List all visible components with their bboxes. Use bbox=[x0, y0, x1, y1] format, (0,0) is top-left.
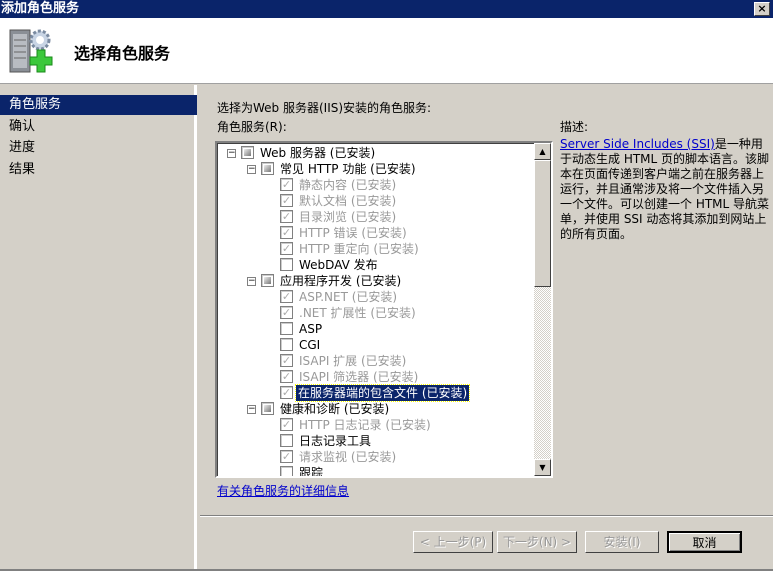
tree-item[interactable]: 日志记录工具 bbox=[217, 433, 535, 449]
collapse-icon[interactable]: − bbox=[247, 405, 256, 414]
nav-item-results[interactable]: 结果 bbox=[0, 160, 197, 180]
checkbox[interactable] bbox=[241, 146, 254, 159]
tree-item[interactable]: 跟踪 bbox=[217, 465, 535, 478]
tree-item-label: HTTP 错误 (已安装) bbox=[299, 226, 407, 240]
tree-item-label: ASP bbox=[299, 322, 323, 336]
description-text: Server Side Includes (SSI)是一种用于动态生成 HTML… bbox=[560, 137, 772, 242]
tree-item-label: Web 服务器 (已安装) bbox=[260, 146, 376, 160]
tree-item[interactable]: ASP bbox=[217, 321, 535, 337]
checkbox[interactable] bbox=[280, 434, 293, 447]
tree-item[interactable]: ✓ ASP.NET (已安装) bbox=[217, 289, 535, 305]
tree-item[interactable]: ✓ .NET 扩展性 (已安装) bbox=[217, 305, 535, 321]
scroll-up-button[interactable]: ▲ bbox=[534, 143, 551, 160]
collapse-icon[interactable]: − bbox=[227, 149, 236, 158]
tree-item-label: .NET 扩展性 (已安装) bbox=[299, 306, 416, 320]
tree-item-label: 常见 HTTP 功能 (已安装) bbox=[280, 162, 416, 176]
collapse-icon[interactable]: − bbox=[247, 277, 256, 286]
scroll-down-button[interactable]: ▼ bbox=[534, 459, 551, 476]
header: 选择角色服务 bbox=[0, 18, 773, 84]
checkbox[interactable]: ✓ bbox=[280, 242, 293, 255]
server-gear-plus-icon bbox=[9, 29, 53, 73]
checkbox[interactable] bbox=[280, 322, 293, 335]
next-button[interactable]: 下一步(N) > bbox=[497, 531, 577, 553]
intro-text: 选择为Web 服务器(IIS)安装的角色服务: bbox=[217, 101, 432, 115]
tree-item-label: ASP.NET (已安装) bbox=[299, 290, 398, 304]
window-title: 添加角色服务 bbox=[1, 1, 80, 16]
tree-item-label: 健康和诊断 (已安装) bbox=[280, 402, 390, 416]
tree-item-label: ISAPI 扩展 (已安装) bbox=[299, 354, 407, 368]
tree-item[interactable]: ✓ ISAPI 扩展 (已安装) bbox=[217, 353, 535, 369]
page-title: 选择角色服务 bbox=[74, 44, 171, 63]
ssi-link[interactable]: Server Side Includes (SSI) bbox=[560, 137, 715, 151]
tree-item-label: 目录浏览 (已安装) bbox=[299, 210, 397, 224]
checkbox[interactable]: ✓ bbox=[280, 450, 293, 463]
tree-item-label: 请求监视 (已安装) bbox=[299, 450, 397, 464]
tree-item[interactable]: ✓ 默认文档 (已安装) bbox=[217, 193, 535, 209]
checkbox[interactable] bbox=[280, 466, 293, 476]
checkbox[interactable] bbox=[261, 402, 274, 415]
tree-item-label: ISAPI 筛选器 (已安装) bbox=[299, 370, 419, 384]
wizard-nav: 角色服务 确认 进度 结果 bbox=[0, 85, 197, 571]
checkbox[interactable]: ✓ bbox=[280, 306, 293, 319]
tree-item[interactable]: − Web 服务器 (已安装) bbox=[217, 145, 535, 161]
tree-item[interactable]: − 健康和诊断 (已安装) bbox=[217, 401, 535, 417]
description-body: 是一种用于动态生成 HTML 页的脚本语言。该脚本在页面传递到客户端之前在服务器… bbox=[560, 137, 770, 241]
title-bar: 添加角色服务 bbox=[0, 0, 773, 18]
checkbox[interactable] bbox=[261, 162, 274, 175]
role-services-tree[interactable]: − Web 服务器 (已安装) − 常见 HTTP 功能 (已安装) ✓ 静态内容 (已安… bbox=[215, 141, 553, 478]
checkbox[interactable] bbox=[280, 338, 293, 351]
tree-item-label: 跟踪 bbox=[299, 466, 324, 478]
tree-item[interactable]: CGI bbox=[217, 337, 535, 353]
checkbox[interactable]: ✓ bbox=[280, 386, 293, 399]
checkbox[interactable] bbox=[280, 258, 293, 271]
tree-item-label: CGI bbox=[299, 338, 321, 352]
tree-item-label: 默认文档 (已安装) bbox=[299, 194, 397, 208]
scroll-thumb[interactable] bbox=[534, 160, 551, 287]
tree-item[interactable]: ✓ 目录浏览 (已安装) bbox=[217, 209, 535, 225]
tree-item[interactable]: ✓ HTTP 重定向 (已安装) bbox=[217, 241, 535, 257]
tree-item[interactable]: ✓ HTTP 日志记录 (已安装) bbox=[217, 417, 535, 433]
description-label: 描述: bbox=[560, 120, 589, 134]
close-button[interactable]: × bbox=[754, 2, 770, 16]
tree-item-label: HTTP 日志记录 (已安装) bbox=[299, 418, 431, 432]
tree-item[interactable]: − 应用程序开发 (已安装) bbox=[217, 273, 535, 289]
checkbox[interactable]: ✓ bbox=[280, 418, 293, 431]
tree-item[interactable]: ✓ ISAPI 筛选器 (已安装) bbox=[217, 369, 535, 385]
nav-item-progress[interactable]: 进度 bbox=[0, 138, 197, 158]
tree-item-label: 静态内容 (已安装) bbox=[299, 178, 397, 192]
tree-item-label: WebDAV 发布 bbox=[299, 258, 378, 272]
nav-item-confirm[interactable]: 确认 bbox=[0, 117, 197, 137]
tree-item[interactable]: ✓ 静态内容 (已安装) bbox=[217, 177, 535, 193]
vertical-scrollbar[interactable]: ▲ ▼ bbox=[534, 143, 551, 476]
divider bbox=[200, 515, 773, 517]
tree-item[interactable]: ✓ 在服务器端的包含文件 (已安装) bbox=[217, 384, 535, 402]
nav-item-role-services[interactable]: 角色服务 bbox=[0, 95, 197, 115]
tree-item[interactable]: − 常见 HTTP 功能 (已安装) bbox=[217, 161, 535, 177]
tree-item[interactable]: WebDAV 发布 bbox=[217, 257, 535, 273]
collapse-icon[interactable]: − bbox=[247, 165, 256, 174]
tree-item-label: 在服务器端的包含文件 (已安装) bbox=[294, 384, 471, 402]
checkbox[interactable]: ✓ bbox=[280, 354, 293, 367]
tree-item-label: HTTP 重定向 (已安装) bbox=[299, 242, 419, 256]
prev-button[interactable]: < 上一步(P) bbox=[413, 531, 493, 553]
checkbox[interactable]: ✓ bbox=[280, 290, 293, 303]
checkbox[interactable]: ✓ bbox=[280, 210, 293, 223]
cancel-button[interactable]: 取消 bbox=[667, 531, 742, 553]
checkbox[interactable]: ✓ bbox=[280, 194, 293, 207]
tree-item[interactable]: ✓ 请求监视 (已安装) bbox=[217, 449, 535, 465]
tree-item[interactable]: ✓ HTTP 错误 (已安装) bbox=[217, 225, 535, 241]
tree-item-label: 日志记录工具 bbox=[299, 434, 372, 448]
checkbox[interactable]: ✓ bbox=[280, 226, 293, 239]
install-button[interactable]: 安装(I) bbox=[585, 531, 659, 553]
tree-item-label: 应用程序开发 (已安装) bbox=[280, 274, 402, 288]
role-services-label: 角色服务(R): bbox=[217, 120, 287, 134]
checkbox[interactable] bbox=[261, 274, 274, 287]
checkbox[interactable]: ✓ bbox=[280, 178, 293, 191]
more-info-link[interactable]: 有关角色服务的详细信息 bbox=[217, 482, 349, 499]
checkbox[interactable]: ✓ bbox=[280, 370, 293, 383]
